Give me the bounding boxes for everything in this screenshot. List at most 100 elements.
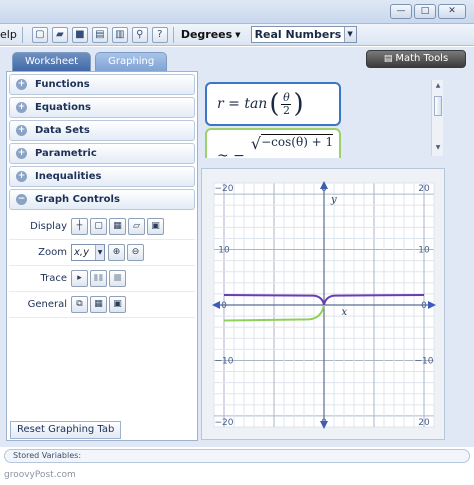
save-graph-icon[interactable]: ▣: [109, 296, 126, 313]
watermark: groovyPost.com: [4, 470, 76, 480]
main-toolbar: elp ▢ ▰ ■ ▤ ▥ ⚲ ? Degrees ▼ Real Numbers…: [0, 24, 474, 46]
number-domain-select[interactable]: Real Numbers ▼: [250, 26, 357, 43]
toolbar-separator: [21, 26, 23, 43]
table-icon[interactable]: ▦: [90, 296, 107, 313]
stored-variables-label: Stored Variables:: [13, 451, 82, 460]
window-title-bar: — □ ✕: [0, 0, 474, 24]
math-tools-label: Math Tools: [395, 53, 449, 64]
scroll-up-icon[interactable]: ▲: [432, 82, 444, 92]
trace-row: Trace ▸ ▮▮ ■: [9, 266, 195, 292]
fine-grid-icon[interactable]: ▦: [109, 218, 126, 235]
general-row: General ⧉ ▦ ▣: [9, 292, 195, 318]
zoom-axis-value: x,y: [74, 247, 90, 258]
expand-icon: +: [16, 148, 27, 159]
general-label: General: [27, 299, 67, 310]
fraction-numerator: θ: [283, 90, 290, 104]
fraction-denominator: 2: [282, 103, 290, 117]
tab-graphing[interactable]: Graphing: [95, 52, 168, 71]
section-functions[interactable]: + Functions: [9, 74, 195, 95]
fraction: θ 2: [281, 90, 292, 117]
section-label: Inequalities: [35, 171, 102, 182]
print-preview-icon[interactable]: ▤: [91, 26, 108, 43]
angle-mode-label[interactable]: Degrees: [181, 28, 232, 41]
close-paren: ): [293, 89, 304, 119]
trace-label: Trace: [40, 273, 67, 284]
section-label: Data Sets: [35, 125, 90, 136]
expand-icon: +: [16, 102, 27, 113]
trace-stop-icon[interactable]: ■: [109, 270, 126, 287]
graph-plot[interactable]: −20 0 20 −20 0 20 10 10 −10 −10 0 0 x y: [202, 169, 446, 441]
close-button[interactable]: ✕: [438, 4, 466, 19]
maximize-button[interactable]: □: [414, 4, 436, 19]
help-icon[interactable]: ?: [151, 26, 168, 43]
chevron-down-icon: ▼: [95, 245, 104, 260]
frame-toggle-icon[interactable]: ▣: [147, 218, 164, 235]
graph-options-panel: + Functions + Equations + Data Sets + Pa…: [6, 71, 198, 441]
open-paren: (: [269, 89, 280, 119]
zoom-icon[interactable]: ⚲: [131, 26, 148, 43]
expand-icon: +: [16, 171, 27, 182]
tick-label-x-pos20: 20: [418, 184, 430, 194]
zoom-axis-select[interactable]: x,y ▼: [71, 244, 105, 261]
tab-worksheet[interactable]: Worksheet: [12, 52, 92, 71]
minimize-button[interactable]: —: [390, 4, 412, 19]
toolbar-separator: [172, 26, 174, 43]
equation-card-1[interactable]: r = tan ( θ 2 ): [205, 82, 341, 126]
stored-variables-bar[interactable]: Stored Variables:: [4, 449, 470, 463]
section-data-sets[interactable]: + Data Sets: [9, 120, 195, 141]
tick-label-y-pos10-right: 10: [418, 246, 430, 256]
tick-label-y-neg10-left: −10: [215, 356, 234, 366]
grid-toggle-icon[interactable]: ▢: [90, 218, 107, 235]
section-parametric[interactable]: + Parametric: [9, 143, 195, 164]
tick-label-y-origin-left: 0: [221, 301, 227, 311]
scroll-down-icon[interactable]: ▼: [432, 144, 444, 154]
zoom-out-icon[interactable]: ⊖: [127, 244, 144, 261]
help-menu[interactable]: elp: [0, 28, 17, 41]
zoom-label: Zoom: [38, 247, 67, 258]
equation-scrollbar[interactable]: ▲ ▼: [431, 80, 443, 156]
reset-graphing-tab-button[interactable]: Reset Graphing Tab: [10, 421, 122, 439]
tick-label-y-origin-right: 0: [421, 301, 427, 311]
angle-mode-arrow-icon[interactable]: ▼: [235, 31, 240, 39]
graph-view[interactable]: −20 0 20 −20 0 20 10 10 −10 −10 0 0 x y: [201, 168, 445, 440]
section-inequalities[interactable]: + Inequalities: [9, 166, 195, 187]
number-domain-value: Real Numbers: [254, 28, 342, 41]
expand-icon: +: [16, 79, 27, 90]
section-label: Equations: [35, 102, 92, 113]
collapse-icon: −: [16, 194, 27, 205]
chevron-down-icon: ▼: [343, 27, 356, 42]
section-equations[interactable]: + Equations: [9, 97, 195, 118]
open-folder-icon[interactable]: ▰: [51, 26, 68, 43]
tick-label-x-pos20-bottom: 20: [418, 418, 430, 428]
tab-bar: Worksheet Graphing: [12, 52, 168, 71]
copy-graph-icon[interactable]: ⧉: [71, 296, 88, 313]
tick-label-x-origin-bottom: 0: [321, 418, 327, 428]
math-tools-button[interactable]: ▤ Math Tools: [366, 50, 466, 68]
save-icon[interactable]: ■: [71, 26, 88, 43]
new-file-icon[interactable]: ▢: [31, 26, 48, 43]
x-axis-label: x: [342, 307, 348, 318]
section-label: Graph Controls: [35, 194, 120, 205]
equation-card-2[interactable]: ~ − √ −cos(θ) + 1: [205, 128, 341, 158]
trace-play-icon[interactable]: ▸: [71, 270, 88, 287]
sqrt-symbol: √: [250, 134, 262, 153]
equation-list: r = tan ( θ 2 ) ~ − √ −cos(θ) + 1: [201, 76, 445, 158]
equation-lhs: r = tan: [217, 96, 268, 112]
trace-pause-icon[interactable]: ▮▮: [90, 270, 107, 287]
tick-label-y-pos10-left: 10: [218, 246, 230, 256]
tick-label-x-origin-top: 0: [321, 184, 327, 194]
sqrt-content: −cos(θ) + 1: [261, 134, 334, 149]
math-tools-icon: ▤: [383, 54, 393, 64]
section-label: Parametric: [35, 148, 97, 159]
tick-label-y-neg10-right: −10: [415, 356, 434, 366]
print-icon[interactable]: ▥: [111, 26, 128, 43]
labels-toggle-icon[interactable]: ▱: [128, 218, 145, 235]
tick-label-x-neg20: −20: [215, 184, 234, 194]
section-graph-controls[interactable]: − Graph Controls: [9, 189, 195, 210]
equation-lhs: ~ −: [217, 148, 245, 158]
tick-label-x-neg20-bottom: −20: [215, 418, 234, 428]
scroll-thumb[interactable]: [434, 96, 442, 116]
display-label: Display: [30, 221, 67, 232]
zoom-in-icon[interactable]: ⊕: [108, 244, 125, 261]
axes-toggle-icon[interactable]: ┼: [71, 218, 88, 235]
